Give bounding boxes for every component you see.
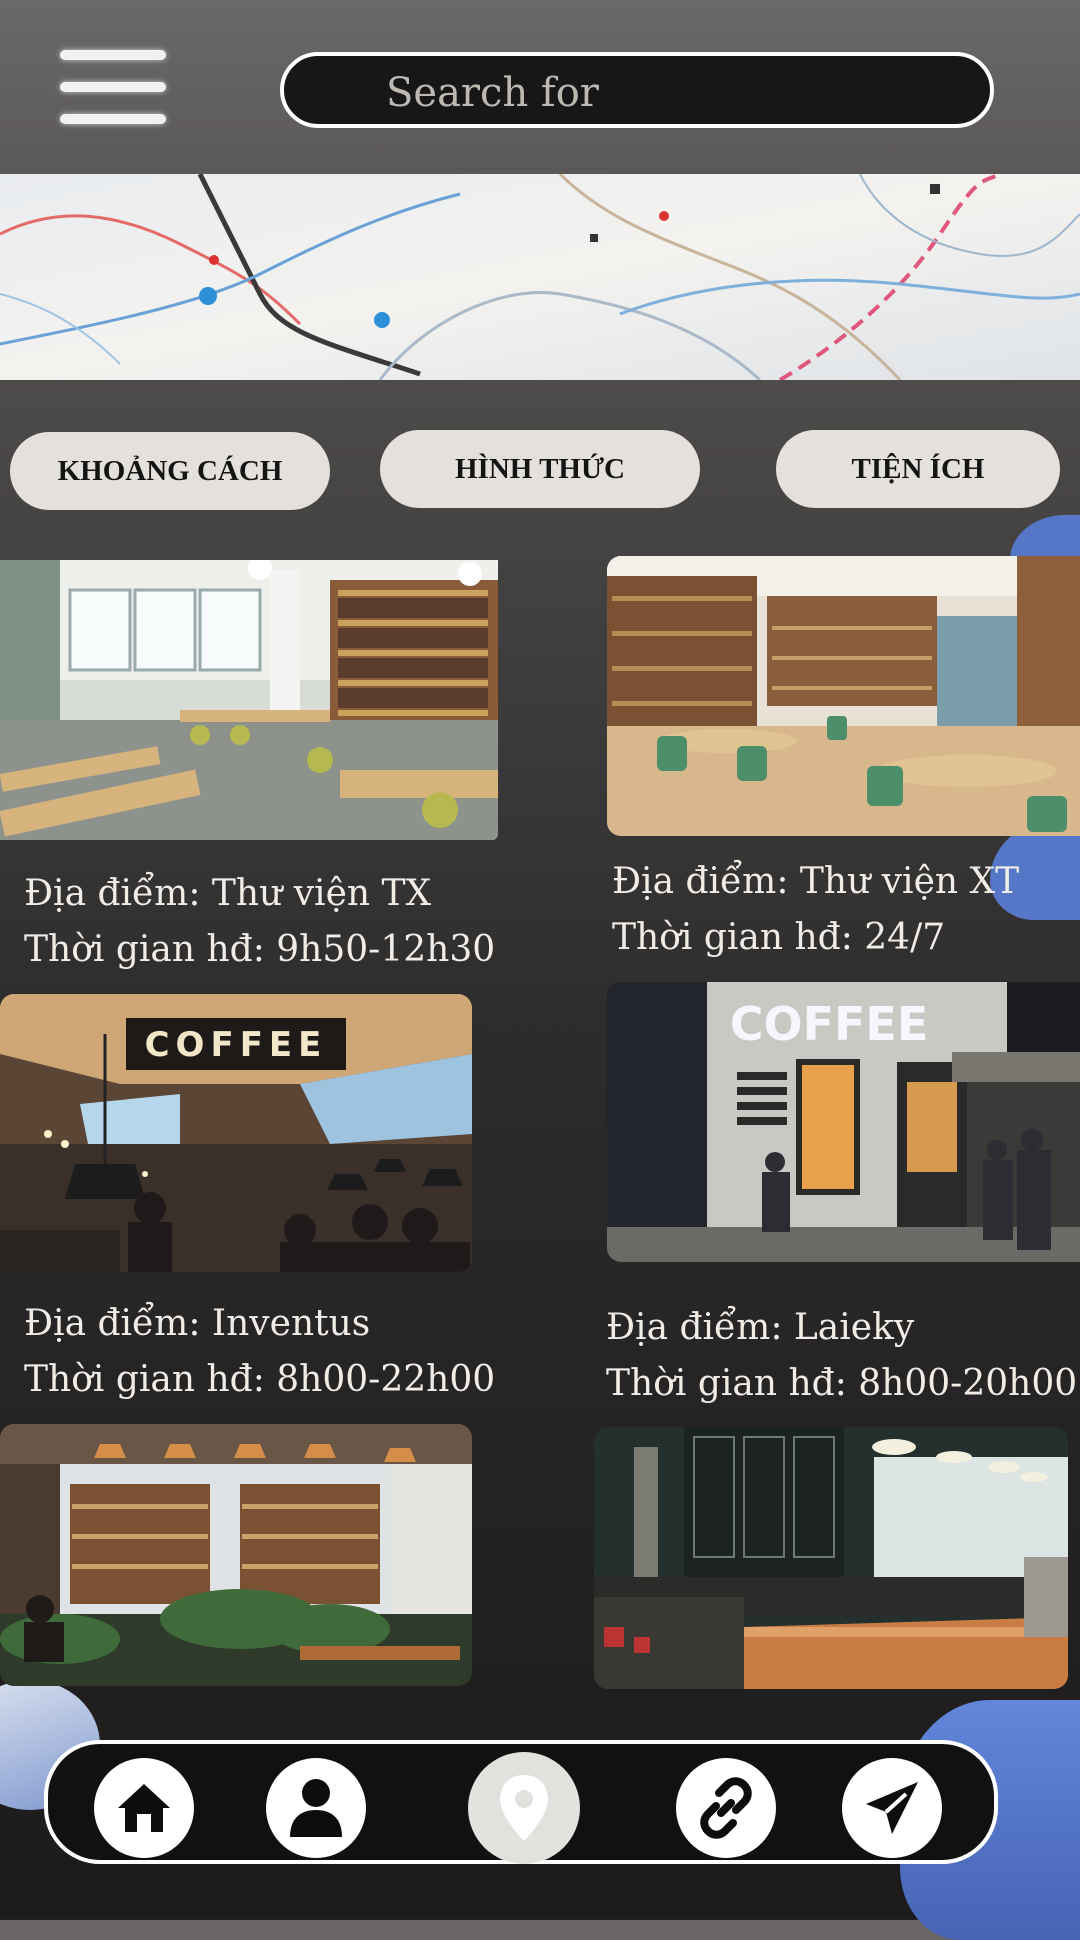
home-icon[interactable] [94,1758,194,1858]
top-bar [0,0,1080,174]
location-pin-icon[interactable] [468,1752,580,1864]
place-location: Địa điểm: Thư viện TX [24,873,432,914]
place-hours: Thời gian hđ: 9h50-12h30 [24,929,496,970]
search-input[interactable] [384,64,968,122]
place-location: Địa điểm: Laieky [606,1307,915,1348]
place-location: Địa điểm: Inventus [24,1303,371,1344]
coffee-shop-storefront-photo[interactable]: COFFEE [607,982,1080,1262]
place-hours: Thời gian hđ: 8h00-20h00 [606,1363,1078,1404]
place-location: Địa điểm: Thư viện XT [612,861,1020,902]
coffee-sign: COFFEE [145,1025,328,1065]
send-icon[interactable] [842,1758,942,1858]
bottom-nav [44,1740,998,1864]
filter-distance-button[interactable]: KHOẢNG CÁCH [10,432,330,510]
coffee-shop-interior-photo[interactable]: COFFEE [0,994,472,1272]
search-bar[interactable] [280,52,994,128]
bookstore-cafe-photo[interactable] [0,1424,472,1686]
place-info: Địa điểm: Thư viện TX Thời gian hđ: 9h50… [24,866,495,978]
place-hours: Thời gian hđ: 24/7 [612,917,946,958]
library-reading-room-photo[interactable] [0,560,498,840]
filter-amenities-button[interactable]: TIỆN ÍCH [776,430,1060,508]
user-icon[interactable] [266,1758,366,1858]
filter-type-button[interactable]: HÌNH THỨC [380,430,700,508]
place-info: Địa điểm: Laieky Thời gian hđ: 8h00-20h0… [606,1300,1077,1412]
map-banner [0,174,1080,380]
library-cafe-photo[interactable] [607,556,1080,836]
place-info: Địa điểm: Inventus Thời gian hđ: 8h00-22… [24,1296,495,1408]
coffee-sign: COFFEE [730,997,929,1051]
place-info: Địa điểm: Thư viện XT Thời gian hđ: 24/7 [612,854,1019,966]
coffee-bar-counter-photo[interactable] [594,1427,1068,1689]
place-hours: Thời gian hđ: 8h00-22h00 [24,1359,496,1400]
link-icon[interactable] [676,1758,776,1858]
hamburger-menu-icon[interactable] [60,48,166,132]
